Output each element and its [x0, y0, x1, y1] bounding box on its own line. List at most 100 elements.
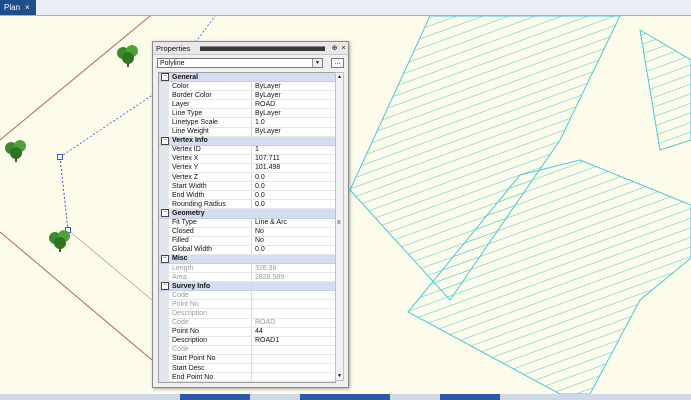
property-row[interactable]: Color ByLayer: [159, 82, 335, 92]
property-row[interactable]: Vertex Z 0.0: [159, 173, 335, 183]
property-value[interactable]: ByLayer: [252, 128, 335, 136]
pin-icon[interactable]: ⊕: [330, 44, 339, 52]
property-name: Border Color: [169, 91, 252, 100]
property-name: Vertex Y: [169, 163, 252, 173]
property-name: Vertex Z: [169, 173, 252, 182]
property-value: [252, 346, 335, 354]
close-icon[interactable]: ×: [339, 45, 348, 52]
collapse-icon[interactable]: −: [161, 282, 169, 291]
property-value[interactable]: 44: [252, 328, 335, 336]
selected-polyline[interactable]: [59, 156, 69, 231]
category-header[interactable]: − General: [159, 73, 335, 83]
property-value[interactable]: ByLayer: [252, 82, 335, 90]
property-value: ROAD: [255, 319, 276, 327]
property-name: Start Width: [169, 182, 252, 191]
row-gutter: [159, 273, 169, 282]
collapse-icon[interactable]: −: [161, 209, 169, 218]
property-row[interactable]: Line Weight ByLayer: [159, 127, 335, 137]
property-row[interactable]: Point No: [159, 300, 335, 310]
property-value[interactable]: ByLayer: [252, 109, 335, 117]
row-gutter: [159, 364, 169, 373]
property-row[interactable]: Start Point No: [159, 354, 335, 364]
properties-title-bar[interactable]: Properties ⊕ ×: [153, 42, 348, 55]
property-value[interactable]: 0.0: [252, 246, 335, 254]
property-value: 2828.589: [255, 273, 285, 281]
property-row[interactable]: Code ROAD: [159, 318, 335, 328]
property-row[interactable]: End Width 0.0: [159, 191, 335, 201]
category-header[interactable]: − Misc: [159, 254, 335, 264]
property-value: 326.38: [255, 264, 277, 272]
property-row[interactable]: Closed No: [159, 227, 335, 237]
property-value[interactable]: 0.0: [252, 200, 335, 208]
row-gutter: [159, 336, 169, 345]
hatched-parcel-right[interactable]: [639, 29, 691, 151]
quick-select-button[interactable]: ...: [331, 58, 344, 68]
property-row[interactable]: Global Width 0.0: [159, 245, 335, 255]
property-name: Code: [169, 291, 252, 300]
property-value[interactable]: Line & Arc: [252, 219, 335, 227]
category-header[interactable]: − Geometry: [159, 209, 335, 219]
property-row[interactable]: Layer ROAD: [159, 100, 335, 110]
property-value[interactable]: ROAD1: [252, 337, 335, 345]
property-row[interactable]: Fit Type Line & Arc: [159, 218, 335, 228]
property-row[interactable]: Border Color ByLayer: [159, 91, 335, 101]
property-row[interactable]: Start Desc: [159, 364, 335, 374]
property-value[interactable]: No: [252, 228, 335, 236]
close-icon[interactable]: ×: [25, 3, 30, 12]
property-value[interactable]: 101.498: [252, 164, 335, 172]
property-row[interactable]: Vertex ID 1: [159, 145, 335, 155]
property-row[interactable]: Filled No: [159, 236, 335, 246]
scroll-down-icon[interactable]: ▼: [336, 372, 343, 380]
road-edge-line[interactable]: [67, 229, 153, 301]
property-value[interactable]: ROAD: [252, 100, 335, 108]
property-row[interactable]: Rounding Radius 0.0: [159, 200, 335, 210]
boundary-line-lower[interactable]: [0, 231, 153, 361]
collapse-icon[interactable]: −: [161, 136, 169, 145]
property-row[interactable]: Vertex Y 101.498: [159, 163, 335, 174]
property-value[interactable]: 0.0: [252, 191, 335, 199]
drag-handle[interactable]: [200, 45, 325, 51]
property-value[interactable]: 107.711: [252, 155, 335, 163]
property-row[interactable]: Line Type ByLayer: [159, 109, 335, 119]
object-type-select[interactable]: Polyline ▼: [157, 58, 323, 68]
property-value[interactable]: [252, 373, 335, 381]
property-row[interactable]: Linetype Scale 1.0: [159, 118, 335, 128]
property-value[interactable]: [252, 364, 335, 372]
chevron-down-icon[interactable]: ▼: [312, 59, 322, 67]
property-scrollbar[interactable]: ▲ ≡ ▼: [335, 72, 344, 381]
category-header[interactable]: − Vertex Info: [159, 136, 335, 146]
property-row[interactable]: Vertex X 107.711: [159, 154, 335, 164]
property-row[interactable]: Area 2828.589: [159, 273, 335, 283]
row-gutter: [159, 200, 169, 209]
property-value[interactable]: 0.0: [252, 173, 335, 181]
property-row[interactable]: Code: [159, 291, 335, 301]
property-value[interactable]: 0.0: [252, 182, 335, 190]
property-row[interactable]: Description ROAD1: [159, 336, 335, 346]
property-value[interactable]: 1: [252, 146, 335, 154]
collapse-icon[interactable]: −: [161, 73, 169, 82]
vertex-grip[interactable]: [57, 154, 63, 160]
category-label: Survey Info: [172, 282, 211, 290]
property-row[interactable]: Start Width 0.0: [159, 182, 335, 192]
property-row[interactable]: Point No 44: [159, 327, 335, 337]
property-value[interactable]: No: [252, 237, 335, 245]
property-row[interactable]: Code: [159, 345, 335, 355]
scroll-thumb-grip-icon[interactable]: ≡: [337, 220, 342, 226]
row-gutter: [159, 245, 169, 254]
property-row[interactable]: End Point No: [159, 373, 335, 382]
collapse-icon[interactable]: −: [161, 254, 169, 263]
property-name: Filled: [169, 236, 252, 245]
category-header[interactable]: − Survey Info: [159, 282, 335, 292]
property-row[interactable]: Description: [159, 309, 335, 319]
object-selector-row: Polyline ▼ ...: [157, 58, 344, 69]
property-value[interactable]: 1.0: [252, 118, 335, 126]
panel-title: Properties: [156, 43, 191, 53]
property-value[interactable]: [252, 355, 335, 363]
property-name: End Width: [169, 191, 252, 200]
property-row[interactable]: Length 326.38: [159, 263, 335, 274]
tab-plan[interactable]: Plan ×: [0, 0, 36, 15]
scroll-up-icon[interactable]: ▲: [336, 73, 343, 81]
property-name: Description: [169, 336, 252, 345]
boundary-line-upper[interactable]: [0, 16, 151, 141]
property-value[interactable]: ByLayer: [252, 91, 335, 99]
